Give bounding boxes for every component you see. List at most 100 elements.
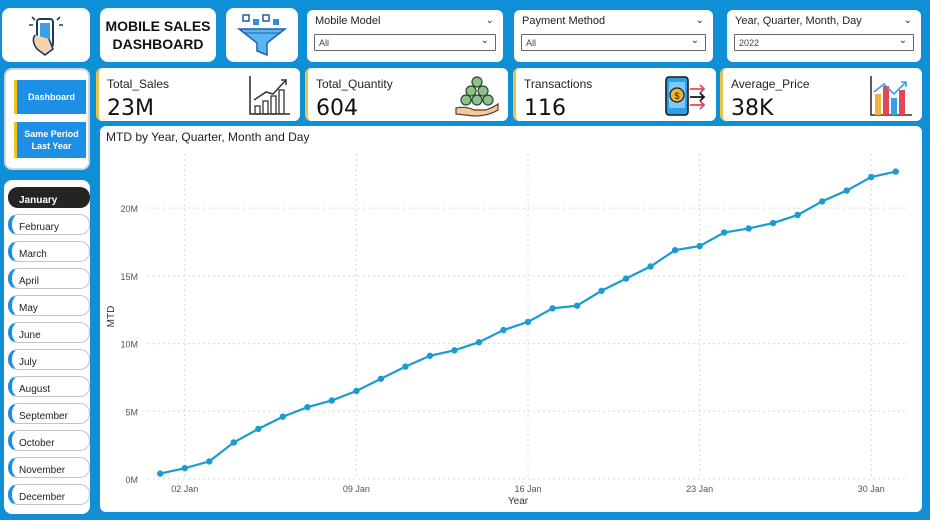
data-point xyxy=(549,305,556,312)
month-button-june[interactable]: June xyxy=(8,322,90,343)
month-slicer: January February March April May June Ju… xyxy=(4,180,90,514)
data-point xyxy=(451,347,458,354)
slicer-value: All xyxy=(526,38,537,48)
month-button-november[interactable]: November xyxy=(8,457,90,478)
kpi-label: Total_Sales xyxy=(107,77,170,91)
chart-plot: 0M 5M 10M 15M 20M 02 Jan 09 Jan 16 Jan 23 Jan 30 … xyxy=(106,154,908,507)
mobile-payment-icon: $ xyxy=(665,76,706,116)
slicer-label: Mobile Model xyxy=(315,15,381,27)
x-tick-label: 16 Jan xyxy=(514,484,541,494)
data-point xyxy=(720,229,728,236)
svg-text:$: $ xyxy=(674,91,679,101)
data-point xyxy=(230,439,238,446)
chevron-down-icon[interactable]: ⌄ xyxy=(486,15,494,26)
phone-hand-icon xyxy=(29,16,63,56)
data-point xyxy=(279,413,287,420)
month-button-october[interactable]: October xyxy=(8,430,90,451)
data-point xyxy=(868,173,875,181)
kpi-value: 604 xyxy=(316,96,358,121)
chevron-down-icon[interactable]: ⌄ xyxy=(696,15,704,26)
data-point xyxy=(304,404,311,411)
bar-chart-icon xyxy=(870,76,912,116)
date-hierarchy-slicer[interactable]: Year, Quarter, Month, Day ⌄ 2022 ⌄ xyxy=(727,10,921,62)
x-tick-label: 30 Jan xyxy=(858,484,885,494)
chevron-down-icon: ⌄ xyxy=(690,35,699,46)
data-point xyxy=(696,242,703,250)
y-axis-label: MTD xyxy=(106,306,117,328)
logo-card xyxy=(2,8,90,62)
data-point xyxy=(794,211,801,219)
kpi-card-average-price: Average_Price 38K xyxy=(720,68,922,121)
mobile-model-slicer[interactable]: Mobile Model ⌄ All ⌄ xyxy=(307,10,503,62)
growth-chart-icon xyxy=(249,76,290,115)
y-tick-label: 5M xyxy=(125,407,138,417)
y-tick-label: 10M xyxy=(120,340,138,350)
slicer-label: Payment Method xyxy=(522,15,606,27)
payment-method-dropdown[interactable]: All ⌄ xyxy=(521,34,706,51)
data-point xyxy=(206,458,213,465)
data-point xyxy=(353,387,360,395)
money-stack-icon xyxy=(455,76,499,117)
month-button-september[interactable]: September xyxy=(8,403,90,424)
kpi-card-total-sales: Total_Sales 23M xyxy=(96,68,300,121)
data-point xyxy=(622,275,630,282)
month-button-march[interactable]: March xyxy=(8,241,90,262)
data-point xyxy=(598,287,605,294)
month-button-august[interactable]: August xyxy=(8,376,90,397)
month-button-april[interactable]: April xyxy=(8,268,90,289)
data-point xyxy=(892,168,899,175)
data-point xyxy=(843,187,850,194)
filter-card[interactable] xyxy=(226,8,298,62)
kpi-card-transactions: Transactions 116 $ xyxy=(513,68,716,121)
chevron-down-icon: ⌄ xyxy=(898,35,907,46)
data-point xyxy=(181,464,188,472)
kpi-label: Total_Quantity xyxy=(316,77,393,91)
kpi-card-total-quantity: Total_Quantity 604 xyxy=(305,68,508,121)
data-point xyxy=(769,219,777,227)
x-tick-label: 09 Jan xyxy=(343,484,370,494)
chevron-down-icon: ⌄ xyxy=(480,35,489,46)
date-hierarchy-dropdown[interactable]: 2022 ⌄ xyxy=(734,34,914,51)
mtd-line-chart: MTD by Year, Quarter, Month and Day 0M 5M… xyxy=(100,126,922,512)
y-tick-label: 0M xyxy=(125,475,138,485)
data-point xyxy=(157,470,164,477)
data-point xyxy=(647,263,654,270)
month-button-december[interactable]: December xyxy=(8,484,90,505)
month-button-may[interactable]: May xyxy=(8,295,90,316)
y-tick-label: 20M xyxy=(120,204,138,214)
x-axis-label: Year xyxy=(508,496,529,507)
slicer-value: 2022 xyxy=(739,38,760,48)
same-period-last-year-button[interactable]: Same Period Last Year xyxy=(14,122,86,158)
data-point xyxy=(671,246,679,254)
data-point xyxy=(328,397,336,404)
navigation-panel: Dashboard Same Period Last Year xyxy=(4,68,90,170)
month-button-january[interactable]: January xyxy=(8,187,90,208)
title-line-1: MOBILE SALES xyxy=(105,18,211,34)
x-tick-label: 02 Jan xyxy=(171,484,198,494)
payment-method-slicer[interactable]: Payment Method ⌄ All ⌄ xyxy=(514,10,713,62)
kpi-label: Average_Price xyxy=(731,77,810,91)
data-point xyxy=(475,339,483,346)
slicer-value: All xyxy=(319,38,330,48)
y-tick-label: 15M xyxy=(120,272,138,282)
mobile-model-dropdown[interactable]: All ⌄ xyxy=(314,34,496,51)
kpi-value: 116 xyxy=(524,96,566,121)
data-point xyxy=(573,302,581,309)
data-point xyxy=(255,425,262,433)
dashboard-title: MOBILE SALES DASHBOARD xyxy=(100,8,216,62)
month-button-july[interactable]: July xyxy=(8,349,90,370)
slicer-label: Year, Quarter, Month, Day xyxy=(735,15,862,27)
data-point xyxy=(745,225,752,232)
filter-funnel-icon xyxy=(236,14,288,57)
dashboard-button[interactable]: Dashboard xyxy=(14,80,86,114)
data-point xyxy=(524,318,532,326)
title-line-2: DASHBOARD xyxy=(112,36,204,52)
month-button-february[interactable]: February xyxy=(8,214,90,235)
data-point xyxy=(426,352,434,359)
data-point xyxy=(818,198,826,205)
data-point xyxy=(377,375,385,382)
data-point xyxy=(402,363,409,370)
chevron-down-icon[interactable]: ⌄ xyxy=(904,15,912,26)
x-tick-label: 23 Jan xyxy=(686,484,713,494)
kpi-value: 23M xyxy=(107,96,154,121)
